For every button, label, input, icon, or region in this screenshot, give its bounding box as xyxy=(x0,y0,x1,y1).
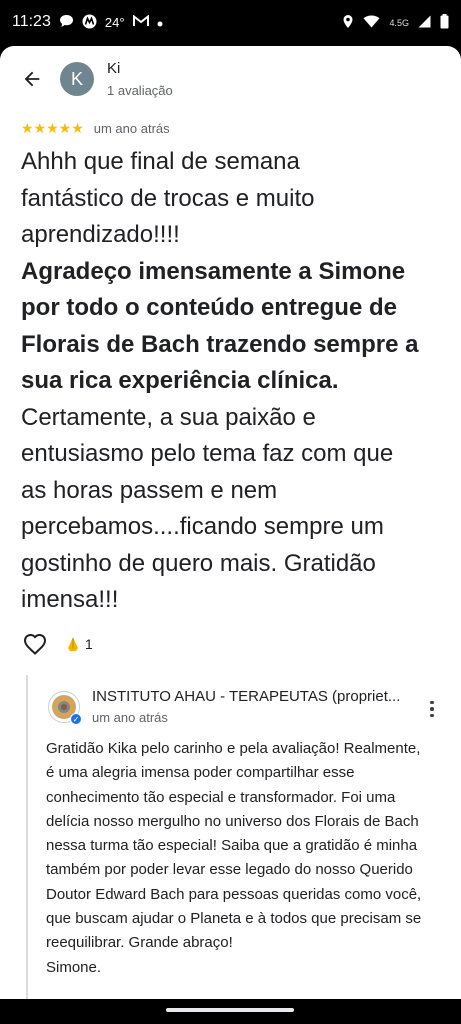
review-screen: K Ki 1 avaliação ★★★★★ um ano atrás Ahhh… xyxy=(0,46,461,999)
reply-line: que buscam ajudar o Planeta e à todos qu… xyxy=(46,910,422,928)
review-line: aprendizado!!!! xyxy=(21,221,180,248)
review-line: Certamente, a sua paixão e xyxy=(21,403,316,431)
reply-line: nessa turma tão especial! Saiba que a gr… xyxy=(46,837,418,855)
owner-reply-text: Gratidão Kika pelo carinho e pela avalia… xyxy=(46,737,456,980)
folded-hands-icon xyxy=(68,637,78,651)
review-header: K Ki 1 avaliação xyxy=(0,46,461,116)
review-line: Ahhh que final de semana xyxy=(21,148,300,175)
more-vert-icon xyxy=(430,700,434,705)
review-line: entusiasmo pelo tema faz com que xyxy=(21,440,394,467)
clock: 11:23 xyxy=(12,13,51,30)
owner-reply: ✓ INSTITUTO AHAU - TERAPEUTAS (propriet.… xyxy=(26,675,461,999)
star-rating: ★★★★★ xyxy=(21,120,84,136)
notification-dot-icon xyxy=(157,16,163,29)
reply-line: Doutor Edward Bach para pessoas queridas… xyxy=(46,885,422,903)
motorola-icon xyxy=(82,14,97,31)
rating-row: ★★★★★ um ano atrás xyxy=(21,120,170,137)
verified-badge-icon: ✓ xyxy=(70,713,82,725)
network-type: 4.5G xyxy=(389,18,409,28)
reply-line: conhecimento tão especial e transformado… xyxy=(46,788,396,806)
reviewer-review-count: 1 avaliação xyxy=(107,83,173,98)
review-date: um ano atrás xyxy=(93,121,170,136)
like-button[interactable] xyxy=(21,631,49,657)
reply-line: Gratidão Kika pelo carinho e pela avalia… xyxy=(46,740,421,757)
reaction-count[interactable]: 1 xyxy=(65,636,93,652)
wifi-icon xyxy=(363,15,380,31)
heart-outline-icon xyxy=(23,633,47,655)
reviewer-name[interactable]: Ki xyxy=(107,60,120,77)
reply-line: também por poder levar esse legado do no… xyxy=(46,861,413,879)
signal-icon xyxy=(418,15,431,31)
review-line-bold: por todo o conteúdo entregue de xyxy=(21,294,397,321)
review-line: gostinho de quero mais. Gratidão xyxy=(21,549,376,577)
status-bar: 11:23 24° 4.5G xyxy=(0,0,461,46)
reply-line: delícia nosso mergulho no universo dos F… xyxy=(46,812,419,830)
message-icon xyxy=(59,14,74,30)
review-line-bold: Agradeço imensamente a Simone xyxy=(21,257,406,285)
reply-line: é uma alegria imensa poder compartilhar … xyxy=(46,764,355,782)
home-gesture-handle[interactable] xyxy=(166,1008,294,1012)
reply-line: reequilibrar. Grande abraço! xyxy=(46,934,233,952)
gmail-icon xyxy=(132,14,149,29)
review-line: imensa!!! xyxy=(21,586,119,613)
review-line-bold: sua rica experiência clínica. xyxy=(21,367,339,394)
reviewer-avatar[interactable]: K xyxy=(60,62,94,96)
navigation-bar xyxy=(0,999,461,1024)
more-options-button[interactable] xyxy=(424,697,440,721)
review-line: percebamos....ficando sempre um xyxy=(21,513,384,540)
review-line-bold: Florais de Bach trazendo sempre a xyxy=(21,330,419,358)
reaction-count-value: 1 xyxy=(85,636,93,652)
reply-line: Simone. xyxy=(46,958,102,976)
review-line: as horas passem e nem xyxy=(21,476,278,504)
temperature: 24° xyxy=(104,14,125,30)
owner-name[interactable]: INSTITUTO AHAU - TERAPEUTAS (propriet... xyxy=(92,688,412,705)
location-icon xyxy=(342,14,354,32)
review-line: fantástico de trocas e muito xyxy=(21,184,315,212)
owner-reply-date: um ano atrás xyxy=(92,710,168,725)
review-text: Ahhh que final de semana fantástico de t… xyxy=(21,144,446,619)
battery-icon xyxy=(440,14,449,32)
back-arrow-icon xyxy=(24,71,40,87)
review-actions: 1 xyxy=(21,631,93,657)
back-button[interactable] xyxy=(16,63,48,95)
